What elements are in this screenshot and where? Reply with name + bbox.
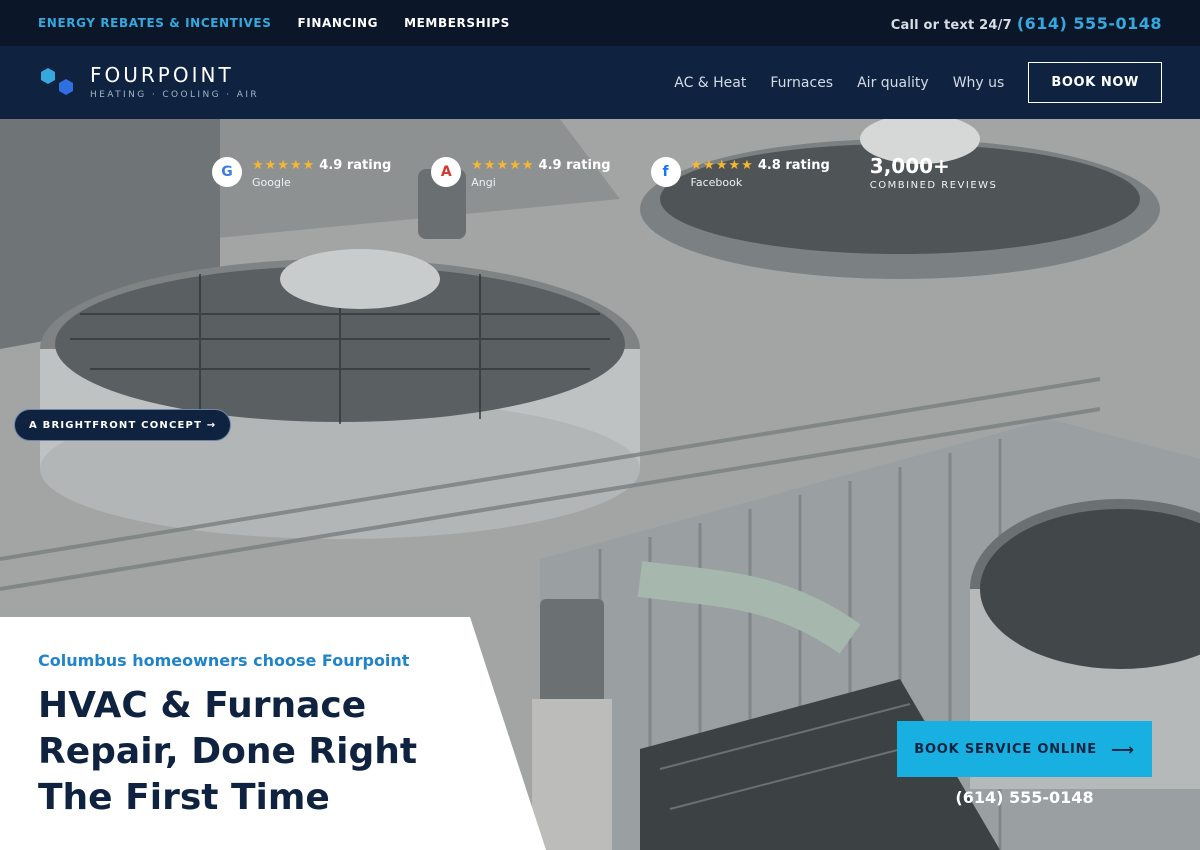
hexagon-cluster-icon	[41, 67, 73, 95]
combined-count: 3,000+	[869, 154, 950, 178]
rating-text: ★★★★★ 4.8 rating Facebook	[691, 154, 830, 189]
cta-label: BOOK SERVICE ONLINE	[914, 741, 1097, 757]
combined-label: COMBINED REVIEWS	[869, 180, 998, 191]
rating-angi[interactable]: A ★★★★★ 4.9 rating Angi	[431, 154, 611, 189]
ratings-row: G ★★★★★ 4.9 rating Google A ★★★★★ 4.9 rati…	[212, 154, 997, 191]
main-nav: AC & Heat Furnaces Air quality Why us BO…	[674, 62, 1162, 103]
hero-eyebrow: Columbus homeowners choose Fourpoint	[38, 651, 410, 670]
nav-why-us[interactable]: Why us	[953, 75, 1005, 91]
rating-source: Angi	[471, 176, 496, 189]
google-logo-icon: G	[212, 157, 242, 187]
main-header: FOURPOINT HEATING · COOLING · AIR AC & H…	[0, 46, 1200, 119]
nav-ac-heat[interactable]: AC & Heat	[674, 75, 746, 91]
star-icons: ★★★★★	[471, 158, 535, 173]
concept-pill-button[interactable]: A BRIGHTFRONT CONCEPT →	[14, 409, 232, 441]
link-financing[interactable]: FINANCING	[297, 16, 378, 30]
nav-furnaces[interactable]: Furnaces	[770, 75, 833, 91]
link-energy-rebates[interactable]: ENERGY REBATES & INCENTIVES	[38, 16, 271, 30]
rating-source: Google	[252, 176, 291, 189]
star-icons: ★★★★★	[252, 158, 316, 173]
rating-source: Facebook	[690, 176, 743, 189]
arrow-right-icon: ⟶	[1110, 739, 1135, 759]
nav-air-quality[interactable]: Air quality	[857, 75, 929, 91]
call-block: Call or text 24/7 (614) 555-0148	[891, 14, 1162, 33]
rating-google[interactable]: G ★★★★★ 4.9 rating Google	[212, 154, 391, 189]
rating-facebook[interactable]: f ★★★★★ 4.8 rating Facebook	[650, 154, 830, 189]
call-label: Call or text 24/7	[890, 17, 1012, 33]
star-icons: ★★★★★	[690, 158, 754, 173]
rating-value: 4.9 rating	[538, 158, 611, 173]
brand-name: FOURPOINT	[90, 63, 234, 87]
link-memberships[interactable]: MEMBERSHIPS	[404, 16, 510, 30]
combined-reviews: 3,000+ COMBINED REVIEWS	[870, 154, 998, 191]
logo[interactable]: FOURPOINT HEATING · COOLING · AIR	[38, 65, 259, 101]
book-now-button[interactable]: BOOK NOW	[1028, 62, 1162, 103]
hero-headline: HVAC & Furnace Repair, Done Right The Fi…	[38, 685, 418, 818]
brand-tagline: HEATING · COOLING · AIR	[90, 90, 260, 100]
hero-phone-link[interactable]: (614) 555-0148	[897, 788, 1152, 807]
rating-text: ★★★★★ 4.9 rating Google	[252, 154, 391, 189]
angi-logo-icon: A	[431, 157, 462, 187]
rating-text: ★★★★★ 4.9 rating Angi	[471, 154, 610, 189]
top-phone-link[interactable]: (614) 555-0148	[1017, 14, 1162, 33]
facebook-logo-icon: f	[650, 157, 681, 187]
logo-text: FOURPOINT HEATING · COOLING · AIR	[90, 65, 259, 100]
rating-value: 4.9 rating	[319, 158, 392, 173]
rating-value: 4.8 rating	[757, 158, 830, 173]
utility-bar: ENERGY REBATES & INCENTIVES FINANCING ME…	[0, 0, 1200, 46]
hero-section: G ★★★★★ 4.9 rating Google A ★★★★★ 4.9 rati…	[0, 119, 1200, 850]
headline-panel: Columbus homeowners choose Fourpoint HVA…	[0, 617, 546, 850]
utility-links: ENERGY REBATES & INCENTIVES FINANCING ME…	[38, 16, 510, 30]
book-service-online-button[interactable]: BOOK SERVICE ONLINE ⟶	[897, 721, 1152, 777]
